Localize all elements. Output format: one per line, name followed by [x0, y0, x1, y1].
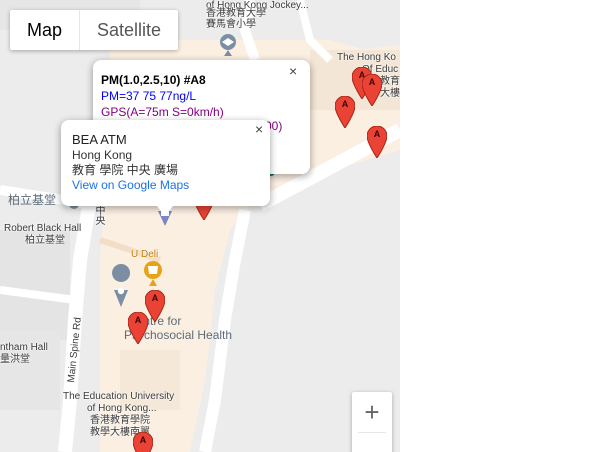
map-type-satellite-button[interactable]: Satellite [79, 10, 178, 50]
pm-marker[interactable]: A [132, 431, 154, 452]
atm-line1: Hong Kong [72, 148, 133, 162]
marker-letter: A [134, 315, 142, 325]
marker-letter: A [368, 77, 376, 87]
label-road-zh: 中央 [93, 205, 104, 225]
label-eduhk-2: of Hong Kong... [87, 403, 157, 414]
pm-gps: GPS(A=75m S=0km/h) [101, 105, 224, 119]
label-top-zh2: 賽馬會小學 [206, 19, 256, 30]
map-type-map-button[interactable]: Map [10, 10, 79, 50]
marker-letter: A [373, 129, 381, 139]
pm-values: PM=37 75 77ng/L [101, 89, 197, 103]
zoom-control: + − [352, 392, 392, 452]
atm-line2: 教育 學院 中央 廣場 [72, 163, 179, 177]
label-ntham-1: ntham Hall [0, 342, 48, 353]
pm-marker[interactable]: A [334, 95, 356, 129]
label-udeli: U Deli [131, 249, 159, 260]
atm-title: BEA ATM [72, 132, 127, 147]
zoom-out-button[interactable]: − [352, 433, 392, 452]
marker-letter: A [139, 435, 147, 445]
pm-title: PM(1.0,2.5,10) #A8 [101, 73, 206, 87]
label-eduhk-3: 香港教育學院 [90, 415, 150, 426]
label-hked-1: The Hong Ko [337, 52, 396, 63]
label-eduhk-1: The Education University [63, 391, 175, 402]
label-top-zh1: 香港教育大學 [206, 8, 266, 19]
atm-info-window: × BEA ATM Hong Kong 教育 學院 中央 廣場 View on … [61, 120, 270, 206]
marker-letter: A [341, 99, 349, 109]
pm-marker[interactable]: A [361, 73, 383, 107]
atm-info-close-button[interactable]: × [255, 122, 263, 136]
label-ntham-2: 量洪堂 [0, 354, 30, 365]
label-robert-zh: 柏立基堂 [25, 235, 65, 246]
zoom-in-button[interactable]: + [352, 392, 392, 432]
map-type-control: Map Satellite [10, 10, 179, 50]
label-robert-zh-left: 柏立基堂 [8, 193, 57, 207]
pm-marker[interactable]: A [144, 289, 166, 323]
label-robert-en: Robert Black Hall [4, 223, 82, 234]
view-on-google-maps-link[interactable]: View on Google Maps [72, 178, 189, 193]
pm-info-close-button[interactable]: × [289, 64, 297, 78]
marker-letter: A [151, 293, 159, 303]
pm-marker[interactable]: A [366, 125, 388, 159]
pm-marker[interactable]: A [127, 311, 149, 345]
atm-info-tail [157, 206, 173, 216]
map-canvas[interactable]: of Hong Kong Jockey... 香港教育大學 賽馬會小學 The … [0, 0, 400, 452]
